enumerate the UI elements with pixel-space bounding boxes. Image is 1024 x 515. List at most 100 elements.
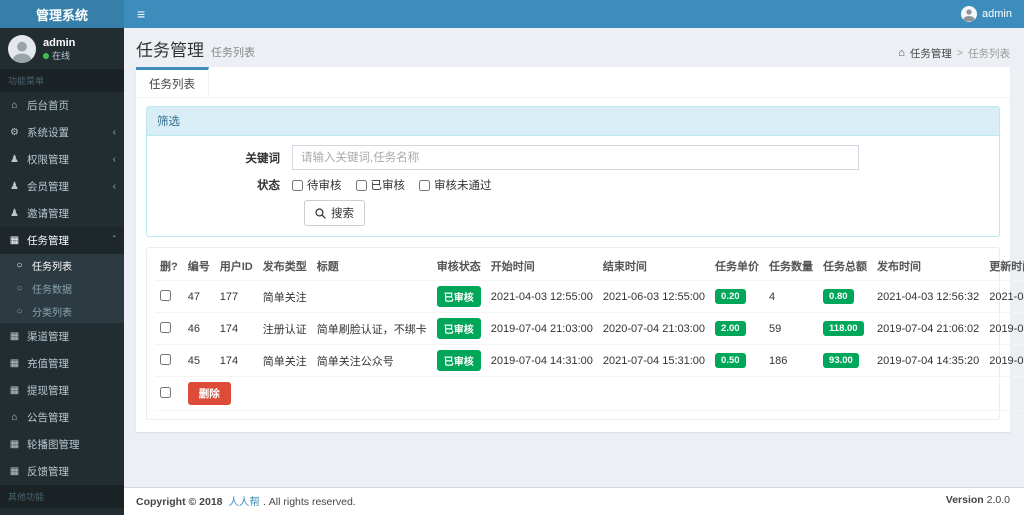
checkbox[interactable] bbox=[419, 179, 430, 191]
sidebar-item-home[interactable]: ⌂ 后台首页 bbox=[0, 92, 124, 119]
sidebar-item-feedback[interactable]: ▦ 反馈管理 bbox=[0, 458, 124, 485]
top-navbar: 管理系统 ≡ admin bbox=[0, 0, 1024, 28]
sidebar-item-withdrawals[interactable]: ▦ 提现管理 bbox=[0, 377, 124, 404]
row-select-checkbox[interactable] bbox=[160, 353, 171, 365]
col-header-type: 发布类型 bbox=[257, 252, 312, 281]
version-value: 2.0.0 bbox=[986, 494, 1010, 506]
keyword-label: 关键词 bbox=[245, 152, 281, 165]
sidebar-item-recharge[interactable]: ▦ 充值管理 bbox=[0, 350, 124, 377]
content-header: 任务管理 任务列表 ⌂ 任务管理 > 任务列表 bbox=[124, 28, 1024, 67]
sidebar-section-main: 功能菜单 bbox=[0, 69, 124, 92]
sidebar-item-members[interactable]: ♟ 会员管理 ‹ bbox=[0, 173, 124, 200]
chevron-down-icon: ˇ bbox=[112, 235, 116, 246]
cell-title bbox=[311, 280, 432, 313]
page-subtitle: 任务列表 bbox=[211, 47, 255, 59]
table-row: 46 174 注册认证 简单刷脸认证，不绑卡 已审核 2019-07-04 21… bbox=[155, 312, 1024, 345]
table-row: 47 177 简单关注 已审核 2021-04-03 12:55:00 2021… bbox=[155, 280, 1024, 313]
users-icon: ♟ bbox=[10, 154, 19, 165]
sidebar-item-channels[interactable]: ▦ 渠道管理 bbox=[0, 323, 124, 350]
col-header-unit-price: 任务单价 bbox=[710, 252, 765, 281]
col-header-total: 任务总额 bbox=[818, 252, 873, 281]
sidebar-user-panel: admin 在线 bbox=[0, 28, 124, 69]
dashboard-icon: ▦ bbox=[9, 439, 20, 450]
breadcrumb-separator: > bbox=[956, 47, 963, 59]
sidebar-item-announcements[interactable]: ⌂ 公告管理 bbox=[0, 404, 124, 431]
row-select-checkbox[interactable] bbox=[160, 289, 171, 301]
checkbox[interactable] bbox=[292, 179, 303, 191]
task-list-card: 任务列表 筛选 关键词 状态 bbox=[136, 67, 1024, 432]
cell-user-id: 174 bbox=[214, 344, 258, 377]
dashboard-icon: ▦ bbox=[9, 331, 20, 342]
circle-o-icon: ○ bbox=[16, 306, 23, 317]
cell-id: 45 bbox=[182, 344, 215, 377]
chevron-left-icon: ‹ bbox=[112, 154, 116, 165]
cell-title: 简单关注公众号 bbox=[311, 344, 432, 377]
circle-o-icon: ○ bbox=[16, 260, 23, 271]
price-badge: 2.00 bbox=[715, 321, 746, 336]
cell-type: 简单关注 bbox=[257, 280, 312, 313]
col-header-update-time: 更新时间 bbox=[984, 252, 1024, 281]
sidebar: admin 在线 功能菜单 ⌂ 后台首页 ⚙ 系统设置 ‹ ♟ 权限管理 ‹ ♟… bbox=[0, 28, 124, 515]
rights-text: . All rights reserved. bbox=[262, 496, 356, 508]
search-button[interactable]: 搜索 bbox=[304, 200, 365, 226]
col-header-delete: 删? bbox=[155, 252, 183, 281]
dashboard-icon: ▦ bbox=[9, 358, 20, 369]
tab-task-list[interactable]: 任务列表 bbox=[136, 67, 209, 97]
select-all-checkbox[interactable] bbox=[160, 386, 171, 398]
circle-o-icon: ○ bbox=[16, 283, 23, 294]
sidebar-item-category-list[interactable]: ○ 分类列表 bbox=[0, 300, 124, 323]
sidebar-toggle-icon[interactable]: ≡ bbox=[124, 0, 158, 28]
cell-id: 46 bbox=[182, 312, 215, 345]
cell-title: 简单刷脸认证，不绑卡 bbox=[311, 312, 432, 345]
checkbox[interactable] bbox=[355, 179, 367, 191]
cell-update-time: 2019-07-04 14:38:52 bbox=[984, 344, 1024, 377]
total-badge: 118.00 bbox=[823, 321, 864, 336]
cell-update-time: 2021-04-03 12:57:06 bbox=[984, 280, 1024, 313]
breadcrumb-tasks[interactable]: 任务管理 bbox=[910, 46, 952, 61]
page-title: 任务管理 bbox=[136, 41, 204, 60]
sidebar-item-invitations[interactable]: ♟ 邀请管理 bbox=[0, 200, 124, 227]
status-checkbox-pending[interactable]: 待审核 bbox=[292, 177, 342, 193]
home-icon: ⌂ bbox=[898, 47, 905, 59]
dashboard-icon: ▦ bbox=[9, 466, 20, 477]
navbar-user-menu[interactable]: admin bbox=[961, 6, 1024, 22]
cell-start-time: 2019-07-04 21:03:00 bbox=[485, 312, 598, 345]
brand-link[interactable]: 人人帮 bbox=[228, 496, 260, 508]
cell-publish-time: 2021-04-03 12:56:32 bbox=[872, 280, 985, 313]
sidebar-item-tasks[interactable]: ▦ 任务管理 ˇ bbox=[0, 227, 124, 254]
cell-update-time: 2019-07-05 11:25:45 bbox=[984, 312, 1024, 345]
app-logo[interactable]: 管理系统 bbox=[0, 0, 124, 28]
row-select-checkbox[interactable] bbox=[160, 321, 171, 333]
sidebar-section-other: 其他功能 bbox=[0, 485, 124, 508]
sidebar-item-system-settings[interactable]: ⚙ 系统设置 ‹ bbox=[0, 119, 124, 146]
sidebar-item-carousel[interactable]: ▦ 轮播图管理 bbox=[0, 431, 124, 458]
copyright-text: Copyright © 2018 bbox=[136, 496, 223, 508]
col-header-id: 编号 bbox=[182, 252, 215, 281]
cell-quantity: 186 bbox=[764, 344, 819, 377]
table-row: 45 174 简单关注 简单关注公众号 已审核 2019-07-04 14:31… bbox=[155, 344, 1024, 377]
status-checkbox-approved[interactable]: 已审核 bbox=[355, 177, 405, 193]
sidebar-item-permissions[interactable]: ♟ 权限管理 ‹ bbox=[0, 146, 124, 173]
sidebar-item-task-data[interactable]: ○ 任务数据 bbox=[0, 277, 124, 300]
avatar bbox=[8, 35, 36, 63]
cell-quantity: 4 bbox=[764, 280, 819, 313]
keyword-input[interactable] bbox=[292, 145, 859, 170]
price-badge: 0.50 bbox=[715, 353, 746, 368]
sidebar-item-help-manual[interactable]: ○ 帮助手册 bbox=[0, 508, 124, 515]
filter-panel-header[interactable]: 筛选 bbox=[147, 107, 999, 136]
tab-bar: 任务列表 bbox=[136, 67, 1010, 98]
navbar-username: admin bbox=[982, 8, 1012, 20]
gear-icon: ⚙ bbox=[10, 127, 19, 138]
users-icon: ♟ bbox=[10, 208, 19, 219]
table-header-row: 删? 编号 用户ID 发布类型 标题 审核状态 开始时间 结束时间 任务单价 任… bbox=[155, 252, 1024, 281]
user-avatar-icon bbox=[961, 6, 978, 22]
delete-button[interactable]: 删除 bbox=[187, 382, 231, 405]
status-checkbox-rejected[interactable]: 审核未通过 bbox=[419, 177, 492, 193]
sidebar-item-task-list[interactable]: ○ 任务列表 bbox=[0, 254, 124, 277]
col-header-status: 审核状态 bbox=[431, 252, 486, 281]
total-badge: 93.00 bbox=[823, 353, 859, 368]
cell-publish-time: 2019-07-04 14:35:20 bbox=[872, 344, 985, 377]
price-badge: 0.20 bbox=[715, 289, 746, 304]
col-header-user-id: 用户ID bbox=[214, 252, 258, 281]
chevron-left-icon: ‹ bbox=[112, 127, 116, 138]
